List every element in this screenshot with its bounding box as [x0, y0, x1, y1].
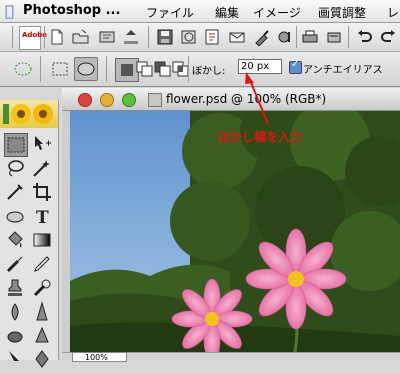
annotation-arrow-icon: [245, 72, 269, 125]
annotation-label: ぼかし幅を入力: [218, 130, 303, 144]
